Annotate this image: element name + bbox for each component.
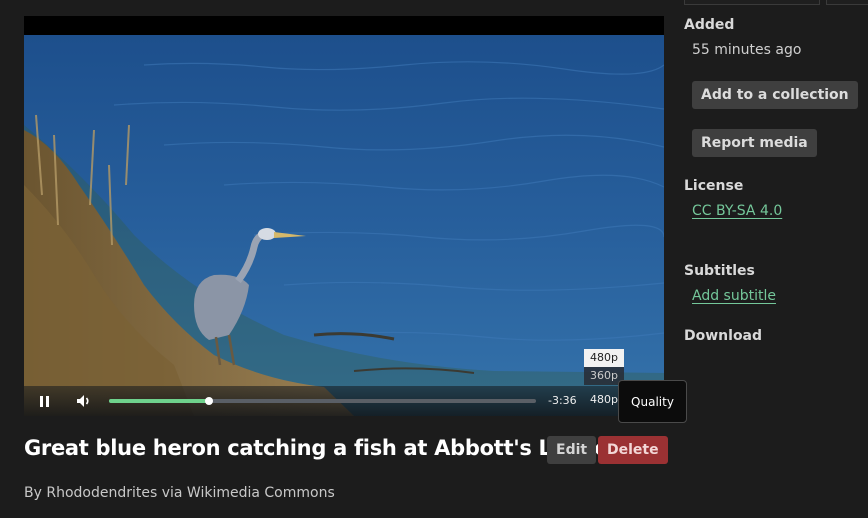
edit-button[interactable]: Edit [547,436,597,464]
volume-icon [77,395,89,407]
sidebar-tab-edge [826,0,868,5]
pause-icon [39,395,49,407]
volume-button[interactable] [73,391,95,411]
video-frame-image [24,35,664,416]
download-heading: Download [684,328,763,344]
quality-tooltip: Quality [618,380,687,423]
quality-button[interactable]: 480p [589,393,619,409]
seek-bar-handle[interactable] [205,397,214,405]
quality-menu: 480p 360p [584,349,624,385]
pause-button[interactable] [33,391,55,411]
sidebar-tab-edge [684,0,820,5]
license-link[interactable]: CC BY-SA 4.0 [692,203,782,219]
video-player[interactable]: -3:36 480p 480p 360p [24,16,664,416]
added-value: 55 minutes ago [692,42,802,58]
media-byline: By Rhododendrites via Wikimedia Commons [24,485,335,501]
delete-button[interactable]: Delete [598,436,668,464]
added-heading: Added [684,17,735,33]
quality-option-480p[interactable]: 480p [584,349,624,367]
video-controls: -3:36 480p [24,386,664,416]
media-page: -3:36 480p 480p 360p Quality Great blue … [0,0,868,518]
add-subtitle-link[interactable]: Add subtitle [692,288,776,304]
report-media-button[interactable]: Report media [692,129,817,157]
seek-bar[interactable] [109,397,536,405]
add-to-collection-button[interactable]: Add to a collection [692,81,858,109]
seek-bar-played [109,399,210,403]
media-title: Great blue heron catching a fish at Abbo… [24,436,624,460]
subtitles-heading: Subtitles [684,263,755,279]
time-remaining: -3:36 [548,394,577,407]
video-frame[interactable] [24,35,664,416]
license-heading: License [684,178,744,194]
